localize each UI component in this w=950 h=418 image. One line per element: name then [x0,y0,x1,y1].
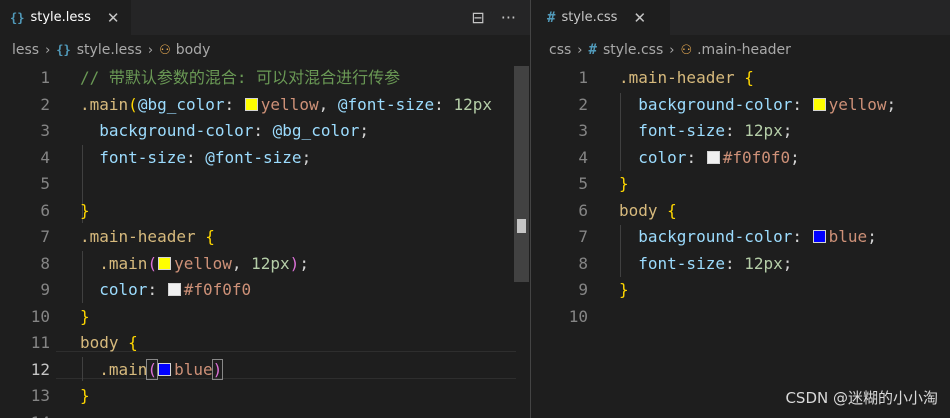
left-editor-group: {} style.less ✕ ⊟ ··· less › {} style.le… [0,0,530,418]
chevron-right-icon: › [577,42,583,58]
line-number: 8 [40,253,50,273]
code-text: background-color: yellow; [638,94,897,114]
editor-actions: ⊟ ··· [471,0,516,35]
code-text: } [619,280,629,299]
code-text: .main(@bg_color: yellow, @font-size: 12p… [80,94,492,114]
code-text: } [80,386,90,405]
line-number: 1 [40,68,50,87]
breadcrumb-item-file[interactable]: style.less [77,42,142,58]
code-text: .main-header { [619,68,754,87]
left-tab-bar: {} style.less ✕ ⊟ ··· [0,0,530,35]
close-icon[interactable]: ✕ [633,9,646,27]
code-text: font-size: 12px; [638,121,793,140]
line-number: 10 [568,306,588,326]
line-number: 3 [578,121,588,140]
line-number: 4 [40,147,50,167]
line-number: 13 [30,386,50,405]
line-number: 11 [30,333,50,352]
code-text: .main-header { [80,227,215,246]
line-number: 4 [578,147,588,167]
line-number: 2 [40,94,50,114]
breadcrumb-item-folder[interactable]: css [549,42,571,58]
line-number: 3 [40,121,50,140]
line-number: 9 [40,280,50,299]
tab-style-css[interactable]: # style.css ✕ [531,0,670,35]
close-icon[interactable]: ✕ [107,9,120,27]
line-number: 2 [578,94,588,114]
code-text: font-size: @font-size; [99,147,312,167]
breadcrumb: css › # style.css › ⚇ .main-header [531,35,950,65]
line-number: 1 [578,68,588,87]
code-text: } [80,200,90,220]
less-file-icon: {} [10,10,25,25]
code-text: } [80,306,90,326]
symbol-icon: ⚇ [680,42,693,58]
code-text: .main(yellow, 12px); [99,253,309,273]
line-number: 10 [30,306,50,326]
right-tab-bar: # style.css ✕ [531,0,950,35]
chevron-right-icon: › [147,42,154,58]
css-file-icon: # [547,9,556,26]
line-number: 12 [30,359,50,379]
scrollbar-thumb[interactable] [514,66,529,282]
line-number: 8 [578,253,588,273]
scrollbar-cursor-marker [517,219,526,233]
line-number: 5 [40,174,50,193]
tab-label: style.less [30,10,91,25]
code-text: body { [619,200,677,220]
code-text: // 带默认参数的混合: 可以对混合进行传参 [80,68,401,87]
chevron-right-icon: › [45,42,51,58]
line-number: 7 [40,227,50,246]
split-editor-icon[interactable]: ⊟ [471,8,484,27]
code-text: font-size: 12px; [638,253,793,273]
tab-style-less[interactable]: {} style.less ✕ [0,0,131,35]
line-number: 14 [0,410,50,418]
symbol-icon: ⚇ [159,42,171,58]
breadcrumb-item-symbol[interactable]: .main-header [697,42,791,58]
tab-label: style.css [561,10,618,25]
code-text: color: #f0f0f0 [99,280,252,299]
line-number: 7 [578,227,588,246]
chevron-right-icon: › [669,42,675,58]
code-text: color: #f0f0f0; [638,147,800,167]
line-number: 5 [578,174,588,193]
line-number: 6 [578,200,588,220]
breadcrumb: less › {} style.less › ⚇ body [0,35,530,65]
watermark: CSDN @迷糊的小小淘 [785,389,938,407]
breadcrumb-item-symbol[interactable]: body [176,42,211,58]
css-file-icon: # [588,42,597,58]
breadcrumb-item-file[interactable]: style.css [603,42,663,58]
breadcrumb-item-folder[interactable]: less [12,42,39,58]
code-text: body { [80,333,138,352]
line-number: 6 [40,200,50,220]
less-file-icon: {} [56,43,71,57]
code-text: .main(blue) [99,358,224,380]
code-text: background-color: blue; [638,227,877,246]
code-text: background-color: @bg_color; [99,121,369,140]
code-text: } [619,174,629,193]
right-editor-group: # style.css ✕ css › # style.css › ⚇ .mai… [531,0,950,418]
line-number: 9 [578,280,588,299]
more-actions-icon[interactable]: ··· [501,8,516,27]
